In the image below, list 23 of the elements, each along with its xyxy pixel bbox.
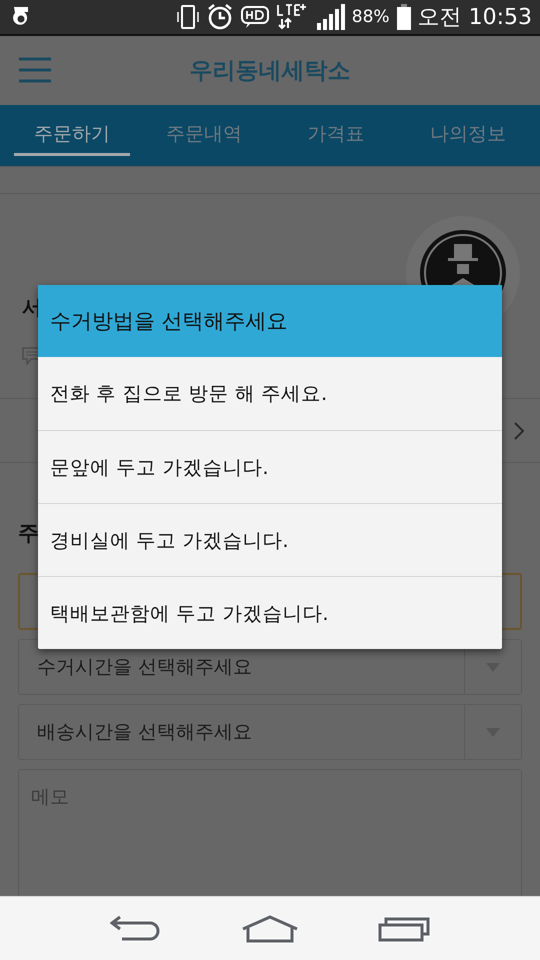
alarm-icon [206, 3, 234, 31]
section-title: 주 [18, 520, 39, 547]
app-title: 우리동네세탁소 [190, 57, 350, 86]
chevron-right-icon[interactable] [514, 422, 524, 440]
dialog-title: 수거방법을 선택해주세요 [38, 285, 502, 357]
recent-apps-icon[interactable] [378, 916, 430, 942]
battery-percent: 88% [352, 7, 390, 27]
clock-time: 오전 10:53 [418, 4, 532, 32]
dialog-option[interactable]: 택배보관함에 두고 가겠습니다. [38, 576, 502, 649]
tab[interactable]: 주문내역 [146, 105, 262, 156]
tab[interactable]: 주문하기 [14, 105, 130, 156]
home-icon[interactable] [240, 914, 299, 942]
hd-icon [240, 4, 270, 30]
dialog-option[interactable]: 전화 후 집으로 방문 해 주세요. [38, 357, 502, 430]
battery-icon [396, 3, 412, 31]
vibrate-icon [176, 4, 200, 30]
back-icon[interactable] [110, 914, 162, 942]
signal-bars-icon [316, 3, 346, 31]
time-dropdown[interactable]: 배송시간을 선택해주세요 [18, 704, 522, 760]
dialog-option[interactable]: 경비실에 두고 가겠습니다. [38, 503, 502, 576]
tab[interactable]: 나의정보 [410, 105, 526, 156]
tab[interactable]: 가격표 [278, 105, 394, 156]
dialog-option[interactable]: 문앞에 두고 가겠습니다. [38, 430, 502, 503]
